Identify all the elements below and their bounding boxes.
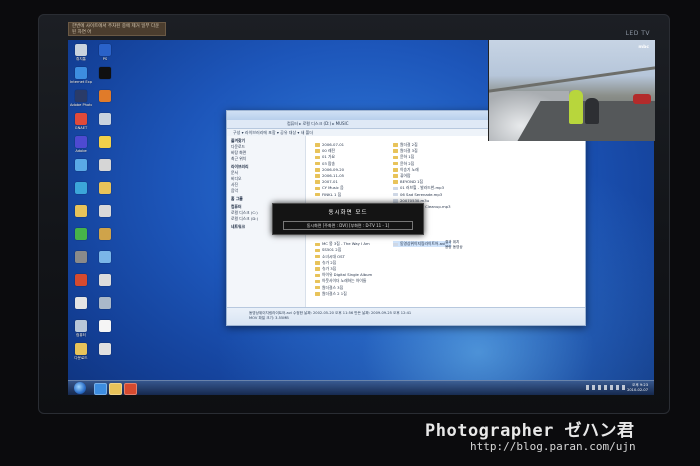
desktop-icon[interactable] [70, 251, 92, 264]
desktop-icon-glyph [99, 274, 111, 286]
desktop-icon-glyph [99, 44, 111, 56]
taskbar-app-button[interactable] [94, 383, 107, 395]
desktop-icon-glyph [99, 113, 111, 125]
desktop-icon-glyph [75, 228, 87, 240]
desktop-icon[interactable] [94, 343, 116, 356]
desktop-icon[interactable] [70, 182, 92, 195]
tray-icons[interactable] [586, 385, 626, 390]
pip-person [569, 90, 583, 124]
warning-sticker: 한번에 사이트에서 주차된 중에 제거 일부 다운 된 자연 어 [68, 22, 166, 36]
desktop-icon-glyph [75, 297, 87, 309]
desktop-icon-glyph [99, 205, 111, 217]
pip-guardrail [489, 66, 655, 93]
desktop-icon-label: 컴퓨터 [76, 333, 86, 337]
file-item[interactable]: 원더걸스 2 1집 [315, 291, 372, 297]
desktop-icon-glyph [99, 136, 111, 148]
desktop-icon-glyph [99, 90, 111, 102]
photographer-watermark: Photographer ゼハン君 [425, 421, 635, 441]
desktop-icon-glyph [75, 44, 87, 56]
nav-item[interactable]: 홈 그룹 [227, 196, 305, 202]
file-item[interactable]: FINKL 1 집 [315, 192, 372, 198]
pip-person [585, 98, 599, 124]
desktop-icon[interactable]: 컴퓨터 [70, 320, 92, 337]
desktop-icon-glyph [75, 67, 87, 79]
desktop-icon[interactable] [94, 67, 116, 80]
clock[interactable]: 오후 9:23 2010-02-07 [627, 383, 648, 392]
desktop-icon-glyph [99, 228, 111, 240]
desktop-icon-glyph [75, 251, 87, 263]
desktop-icon-glyph [75, 136, 87, 148]
osd-title: 동시화면 모드 [328, 210, 368, 216]
desktop-icon[interactable] [94, 90, 116, 103]
desktop-icon-label: 다운로드 [74, 356, 88, 360]
file-item[interactable]: 01 러브힐 - 발라드한.mp3 [393, 185, 451, 191]
desktop-icon[interactable] [70, 297, 92, 310]
desktop-icon[interactable] [94, 297, 116, 310]
pip-car [633, 94, 651, 104]
file-list-side: 결과 위치 용량 동영상 [445, 240, 463, 250]
desktop-icon[interactable] [94, 228, 116, 241]
status-size: MOV 파일 크기: 3.55MB [249, 316, 289, 320]
desktop-icon[interactable]: Adobe [70, 136, 92, 153]
desktop-icon[interactable] [94, 205, 116, 218]
dual-screen-mode-osd: 동시화면 모드 동시화면 [주화면 : DVI] [부화면 : D-TV 11 … [272, 203, 424, 235]
desktop-icon-glyph [99, 343, 111, 355]
desktop-icon-label: Adobe Photoshop [70, 103, 92, 107]
taskbar: 오후 9:23 2010-02-07 [68, 380, 654, 395]
desktop-icon[interactable] [94, 274, 116, 287]
desktop-icon[interactable]: 휴지통 [70, 44, 92, 61]
desktop-icon[interactable] [94, 182, 116, 195]
picture-in-picture-tv: mbc [488, 40, 655, 141]
clock-date: 2010-02-07 [627, 387, 648, 392]
desktop-icon-glyph [99, 297, 111, 309]
desktop-icon-label: Internet Explorer [70, 80, 92, 84]
desktop-icon-glyph [99, 67, 111, 79]
desktop-icon-glyph [75, 182, 87, 194]
desktop-icon[interactable]: Adobe Photoshop [70, 90, 92, 107]
desktop-icon[interactable] [94, 136, 116, 149]
desktop-icon[interactable] [70, 228, 92, 241]
desktop-icon[interactable] [94, 113, 116, 126]
nav-item[interactable]: 음악 [227, 188, 305, 194]
monitor-brand: LED TV [625, 30, 650, 37]
desktop-icon[interactable] [70, 159, 92, 172]
desktop-icon-glyph [75, 320, 87, 332]
desktop-icon-glyph [99, 320, 111, 332]
desktop-icon-label: PS [102, 57, 108, 61]
desktop-icon-glyph [75, 205, 87, 217]
desktop-icon[interactable] [70, 205, 92, 218]
file-item[interactable]: 동영상위이지링라이트어.avi [393, 241, 451, 248]
taskbar-app-button[interactable] [109, 383, 122, 395]
start-button[interactable] [74, 382, 86, 394]
desktop-icon[interactable] [94, 159, 116, 172]
desktop-icon-glyph [75, 343, 87, 355]
file-detail-label: 용량 동영상 [445, 245, 463, 249]
desktop-icon[interactable]: Internet Explorer [70, 67, 92, 84]
blog-url-watermark: http://blog.paran.com/ujn [470, 440, 636, 453]
desktop-icon[interactable]: PS [94, 44, 116, 61]
desktop-icon[interactable]: 다운로드 [70, 343, 92, 360]
desktop-icon-glyph [99, 159, 111, 171]
desktop-icon-label: 휴지통 [76, 57, 86, 61]
desktop-icon-label: GNAET [74, 126, 88, 130]
pip-channel-logo: mbc [638, 45, 649, 50]
desktop-icon-glyph [75, 159, 87, 171]
desktop-icon-glyph [99, 251, 111, 263]
desktop-icon[interactable] [94, 320, 116, 333]
explorer-status-bar: 동영상위이지링라이트어.avi 수정한 날짜: 2002-05-20 오후 11… [227, 307, 585, 325]
desktop-icon-glyph [75, 113, 87, 125]
desktop-icon-glyph [75, 274, 87, 286]
desktop-icon[interactable] [70, 274, 92, 287]
osd-info: 동시화면 [주화면 : DVI] [부화면 : D-TV 11 - 1] [283, 221, 413, 230]
desktop-icon-label: Adobe [75, 149, 87, 153]
taskbar-app-button[interactable] [124, 383, 137, 395]
desktop-icon-glyph [99, 182, 111, 194]
file-item[interactable]: 아웃사이더 노래하는 아이들 [315, 278, 372, 284]
desktop-icon-glyph [75, 90, 87, 102]
desktop-icon[interactable]: GNAET [70, 113, 92, 130]
nav-item[interactable]: 최근 위치 [227, 156, 305, 162]
file-item[interactable]: 06 Sad Serenade.mp3 [393, 192, 451, 198]
desktop-icon[interactable] [94, 251, 116, 264]
